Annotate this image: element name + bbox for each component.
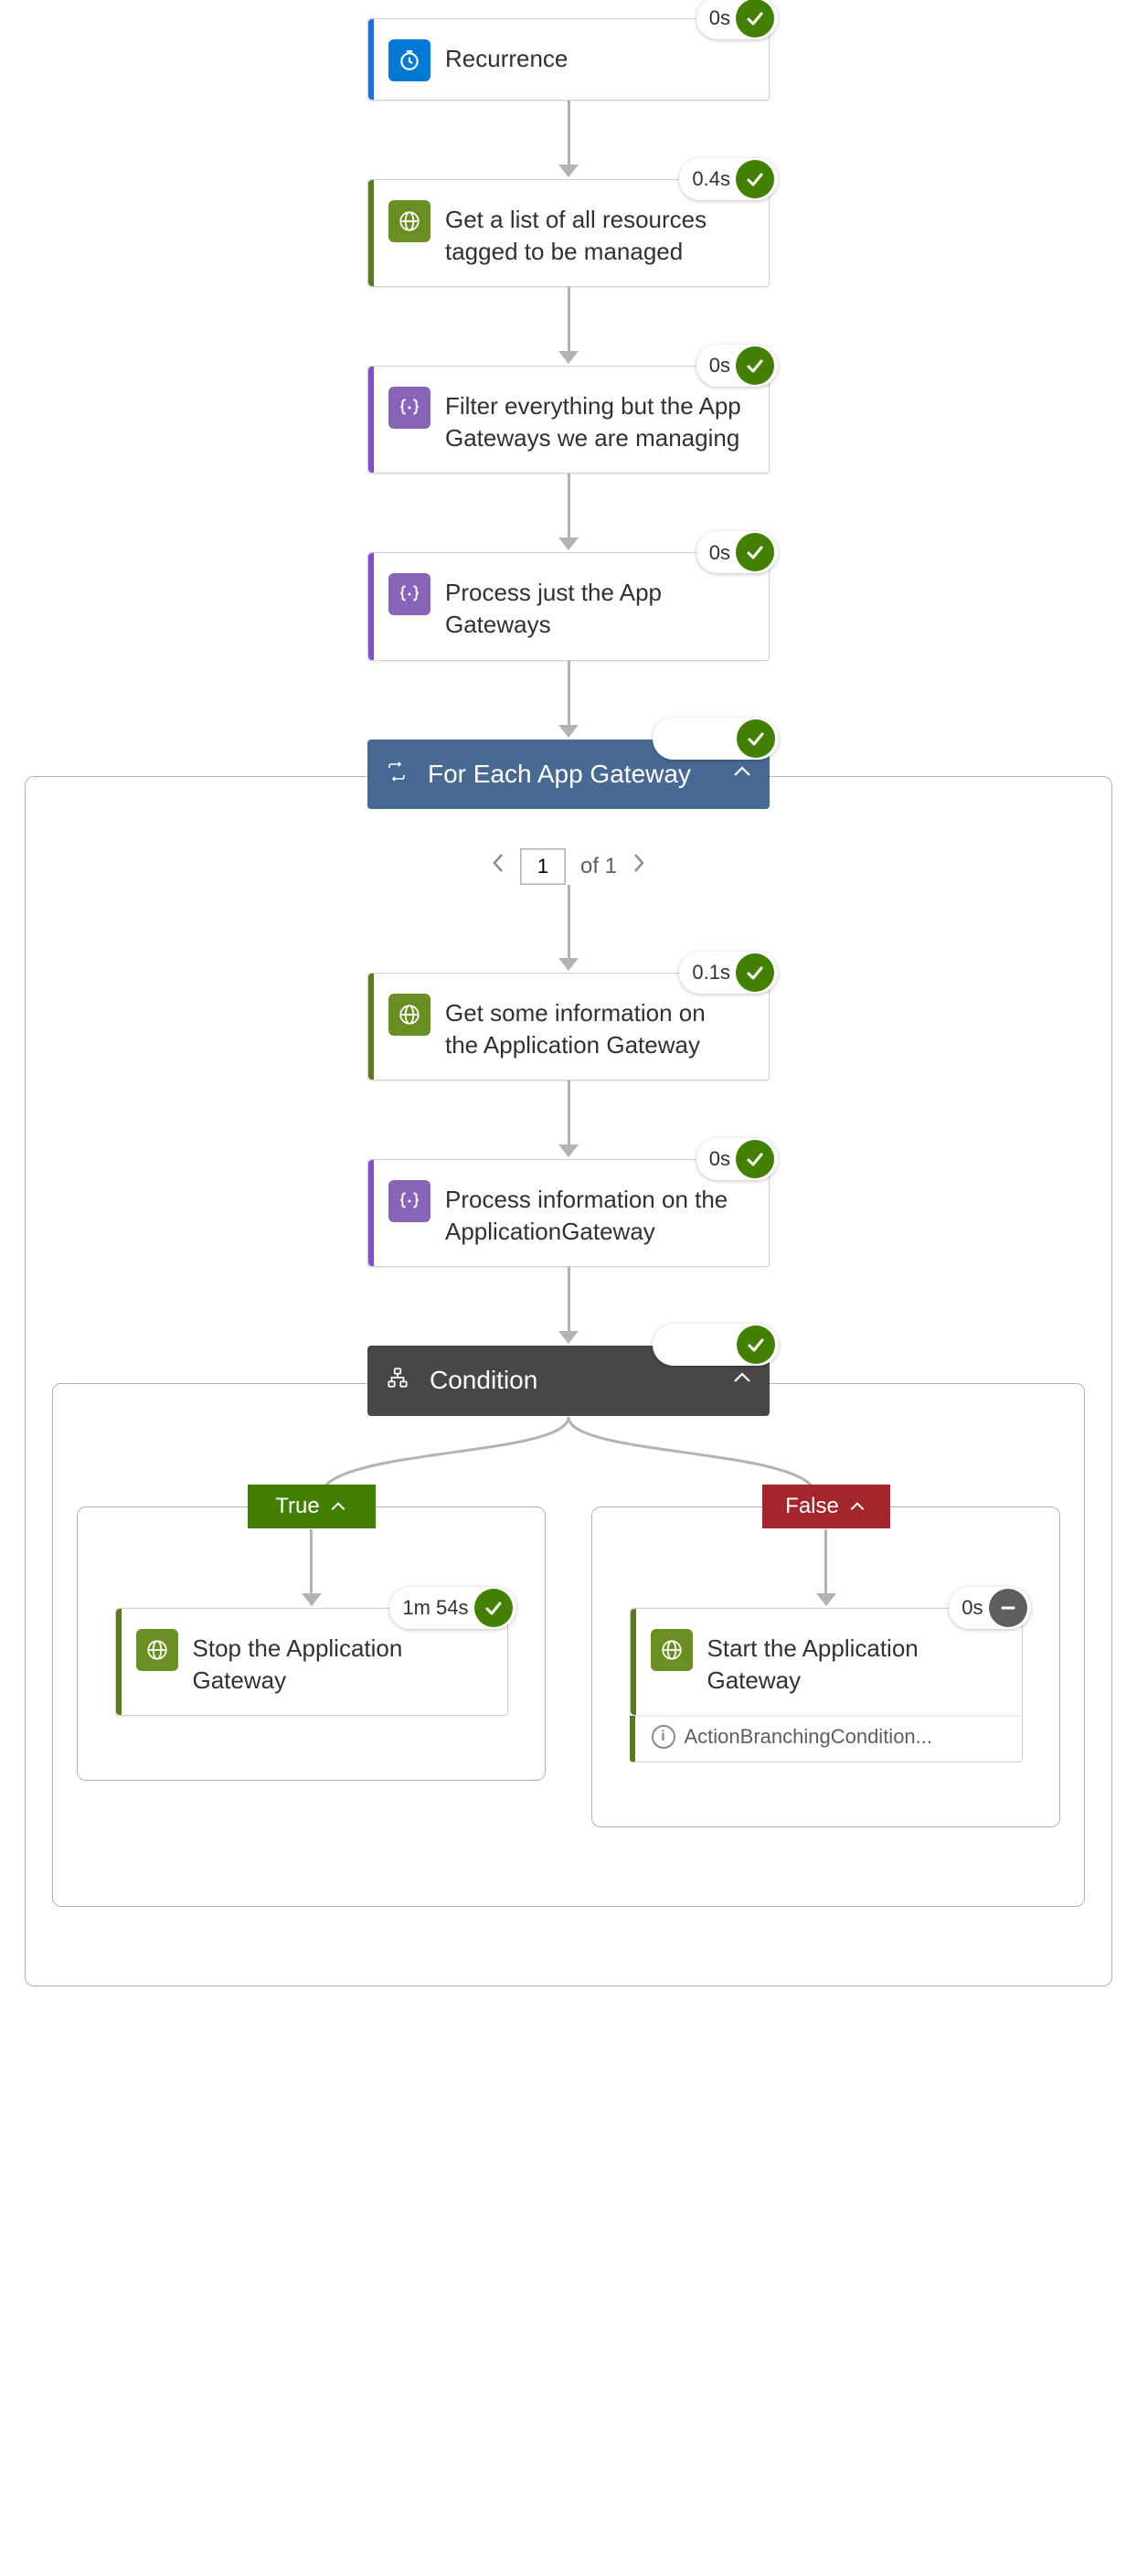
foreach-body: of 1 Get some information on the Applica… — [25, 776, 1112, 1987]
card-stripe — [368, 974, 374, 1080]
status-badge: 0s — [696, 531, 778, 573]
header-label: Condition — [430, 1366, 751, 1395]
branch-false-body: Start the Application Gateway 0s — [591, 1506, 1060, 1827]
message-text: ActionBranchingCondition... — [685, 1725, 933, 1749]
check-icon — [736, 1140, 774, 1178]
globe-icon — [388, 994, 430, 1036]
status-badge: 0.1s — [679, 952, 778, 994]
braces-icon — [388, 1180, 430, 1222]
branch-true-body: Stop the Application Gateway 1m 54s — [77, 1506, 546, 1781]
step-label: Recurrence — [445, 37, 747, 75]
status-badge: 0s — [696, 1138, 778, 1180]
workflow-root: Recurrence 0s Get a list of all resource… — [18, 18, 1119, 1986]
duration-text: 0s — [709, 352, 730, 379]
step-label: Stop the Application Gateway — [193, 1627, 485, 1697]
pager-current-input[interactable] — [520, 848, 566, 885]
pager-of-label: of 1 — [580, 854, 617, 879]
status-badge: 1m 55s — [653, 718, 779, 760]
branch-false-label: False — [785, 1494, 839, 1519]
check-icon — [737, 1325, 775, 1364]
status-badge: 0s — [696, 345, 778, 387]
step-get-list[interactable]: Get a list of all resources tagged to be… — [367, 179, 770, 287]
connector-arrow — [302, 1529, 322, 1608]
card-stripe — [368, 367, 374, 473]
card-stripe — [368, 19, 374, 100]
step-get-info[interactable]: Get some information on the Application … — [367, 973, 770, 1080]
duration-text: 1m 55s — [665, 727, 731, 750]
skipped-icon — [989, 1589, 1027, 1627]
duration-text: 0s — [962, 1594, 983, 1622]
check-icon — [737, 719, 775, 758]
header-label: For Each App Gateway — [428, 760, 751, 789]
clock-icon — [388, 39, 430, 81]
step-label: Process just the App Gateways — [445, 571, 747, 641]
step-process-info[interactable]: Process information on the ApplicationGa… — [367, 1159, 770, 1267]
connector-arrow — [558, 101, 579, 179]
check-icon — [736, 533, 774, 571]
step-label: Get a list of all resources tagged to be… — [445, 198, 747, 268]
check-icon — [736, 953, 774, 992]
step-start-gw-container: Start the Application Gateway 0s — [630, 1608, 1023, 1762]
card-stripe — [631, 1609, 636, 1715]
step-foreach-header[interactable]: For Each App Gateway 1m 55s — [367, 740, 770, 809]
duration-text: 0.4s — [692, 165, 730, 193]
branch-false: False — [591, 1485, 1060, 1827]
connector-arrow — [558, 1080, 579, 1159]
step-label: Filter everything but the App Gateways w… — [445, 385, 747, 454]
step-condition-header[interactable]: Condition 1m 54s — [367, 1346, 770, 1416]
step-recurrence[interactable]: Recurrence 0s — [367, 18, 770, 101]
connector-arrow — [816, 1529, 836, 1608]
duration-text: 1m 54s — [665, 1333, 731, 1357]
iteration-pager: of 1 — [491, 848, 646, 885]
duration-text: 0s — [709, 539, 730, 567]
check-icon — [736, 346, 774, 385]
branch-true-header[interactable]: True — [248, 1485, 376, 1528]
pager-prev-button[interactable] — [491, 851, 505, 881]
branch-false-header[interactable]: False — [762, 1485, 890, 1528]
status-badge: 1m 54s — [389, 1587, 515, 1629]
step-start-gw[interactable]: Start the Application Gateway 0s — [630, 1608, 1023, 1716]
card-stripe — [368, 553, 374, 659]
connector-arrow — [558, 287, 579, 366]
status-badge: 0s — [949, 1587, 1030, 1629]
chevron-up-icon — [731, 756, 753, 785]
step-message: i ActionBranchingCondition... — [635, 1716, 1022, 1762]
check-icon — [736, 160, 774, 198]
card-stripe — [368, 1160, 374, 1266]
check-icon — [474, 1589, 513, 1627]
status-badge: 1m 54s — [653, 1324, 779, 1366]
globe-icon — [388, 200, 430, 242]
status-badge: 0.4s — [679, 158, 778, 200]
globe-icon — [136, 1629, 178, 1671]
status-badge: 0s — [696, 0, 778, 39]
card-stripe — [116, 1609, 122, 1715]
pager-next-button[interactable] — [632, 851, 646, 881]
card-stripe — [368, 180, 374, 286]
connector-arrow — [558, 1267, 579, 1346]
step-label: Get some information on the Application … — [445, 992, 747, 1061]
branch-true: True — [77, 1485, 546, 1781]
step-label: Process information on the ApplicationGa… — [445, 1178, 747, 1248]
step-stop-gw[interactable]: Stop the Application Gateway 1m 54s — [115, 1608, 508, 1716]
duration-text: 0s — [709, 1145, 730, 1173]
loop-icon — [386, 760, 408, 789]
connector-arrow — [558, 885, 579, 973]
step-process-just[interactable]: Process just the App Gateways 0s — [367, 552, 770, 660]
info-icon: i — [652, 1725, 675, 1749]
check-icon — [736, 0, 774, 37]
step-filter[interactable]: Filter everything but the App Gateways w… — [367, 366, 770, 474]
duration-text: 0.1s — [692, 959, 730, 986]
condition-icon — [386, 1366, 409, 1396]
chevron-up-icon — [731, 1362, 753, 1391]
braces-icon — [388, 573, 430, 615]
connector-arrow — [558, 661, 579, 740]
condition-body: True — [52, 1383, 1085, 1907]
step-label: Start the Application Gateway — [707, 1627, 1000, 1697]
duration-text: 1m 54s — [402, 1594, 468, 1622]
braces-icon — [388, 387, 430, 429]
globe-icon — [651, 1629, 693, 1671]
duration-text: 0s — [709, 5, 730, 32]
connector-arrow — [558, 474, 579, 552]
branch-true-label: True — [275, 1494, 319, 1519]
